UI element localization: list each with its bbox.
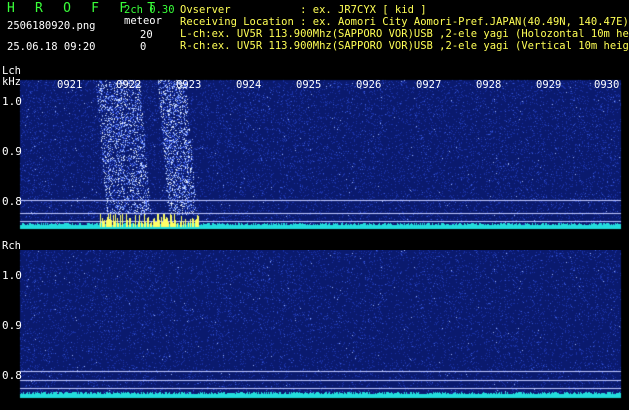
rch-info: R-ch:ex. UV5R 113.900Mhz(SAPPORO VOR)USB… [180, 40, 629, 52]
rch-spectrogram [0, 250, 629, 402]
observer-info: Ovserver : ex. JR7CYX [ kid ] [180, 4, 427, 16]
time-tick-0925: 0925 [296, 79, 322, 91]
location-info: Receiving Location : ex. Aomori City Aom… [180, 16, 629, 28]
lch-ytick-0-8: 0.8 [2, 195, 22, 208]
lch-ytick-1-0: 1.0 [2, 95, 22, 108]
lch-ytick-0-9: 0.9 [2, 145, 22, 158]
lch-info: L-ch:ex. UV5R 113.900Mhz(SAPPORO VOR)USB… [180, 28, 629, 40]
datetime-label: 25.06.18 09:20 [7, 41, 96, 53]
rch-ytick-0-8: 0.8 [2, 369, 22, 382]
filename-label: 2506180920.png [7, 20, 96, 32]
meteor-label: meteor [124, 15, 162, 27]
time-tick-0927: 0927 [416, 79, 442, 91]
time-tick-0923: 0923 [176, 79, 202, 91]
time-tick-0929: 0929 [536, 79, 562, 91]
time-tick-0922: 0922 [116, 79, 142, 91]
time-tick-0928: 0928 [476, 79, 502, 91]
rch-ytick-0-9: 0.9 [2, 319, 22, 332]
time-tick-0924: 0924 [236, 79, 262, 91]
meteor-count-lch: 20 [140, 29, 153, 41]
lch-label: Lch [2, 65, 21, 77]
time-tick-0921: 0921 [57, 79, 83, 91]
rch-ytick-1-0: 1.0 [2, 269, 22, 282]
rch-label: Rch [2, 240, 21, 252]
meteor-count-rch: 0 [140, 41, 147, 53]
version-label: 2ch 0.30 [124, 4, 175, 16]
time-tick-0926: 0926 [356, 79, 382, 91]
lch-spectrogram [0, 77, 629, 235]
lch-unit-label: kHz [2, 76, 21, 88]
time-tick-0930: 0930 [594, 79, 620, 91]
